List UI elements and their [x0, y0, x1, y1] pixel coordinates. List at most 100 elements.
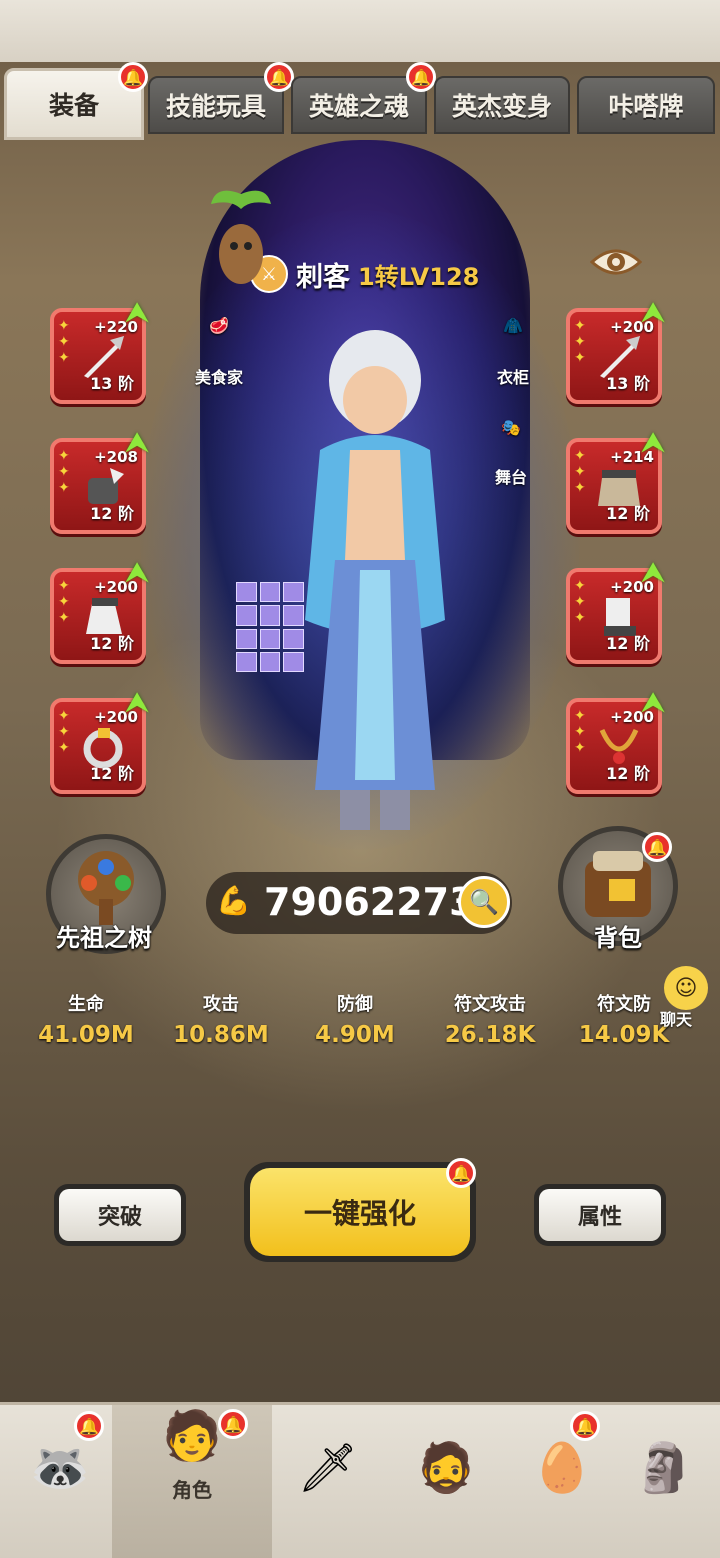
equip-slot-left-2[interactable]: ✦ ✦ ✦ +208 12 阶 ⮝: [50, 428, 148, 534]
stat-label: 生命: [68, 994, 104, 1015]
equip-slot-right-2[interactable]: ✦ ✦ ✦ +214 12 阶 ⮝: [566, 428, 664, 534]
upgrade-arrow-icon: ⮝: [642, 428, 665, 458]
stat-label: 符文攻击: [454, 994, 526, 1015]
combat-power-value: 79062273: [264, 880, 476, 924]
notification-bell-icon: 🔔: [570, 1411, 600, 1441]
breakthrough-button[interactable]: 突破: [54, 1184, 186, 1246]
one-key-enhance-button[interactable]: 一键强化: [244, 1162, 476, 1262]
stage-icon: 🎭: [501, 418, 521, 437]
totem-icon[interactable]: 🗿: [614, 1417, 714, 1517]
star-icon: ✦ ✦ ✦: [58, 708, 70, 756]
notification-bell-icon: 🔔: [218, 1409, 248, 1439]
tab-label: 装备: [48, 91, 99, 120]
chef-pet-icon: [211, 190, 271, 284]
equip-slot-left-3[interactable]: ✦ ✦ ✦ +200 12 阶 ⮝: [50, 558, 148, 664]
rune-grid-icon[interactable]: [236, 582, 304, 672]
upgrade-arrow-icon: ⮝: [642, 298, 665, 328]
notification-bell-icon: 🔔: [118, 62, 148, 92]
combat-power-bar: 💪 79062273 🔍: [206, 872, 512, 934]
notification-bell-icon: 🔔: [264, 62, 294, 92]
stage-npc[interactable]: 🎭 舞台: [478, 418, 544, 488]
stat-value: 10.86M: [173, 1022, 269, 1048]
tab-label: 技能玩具: [165, 92, 266, 121]
slot-tier: 13 阶: [90, 374, 134, 393]
eye-icon[interactable]: [590, 242, 642, 282]
stat-defense: 防御 4.90M: [285, 990, 425, 1048]
stat-rune-attack: 符文攻击 26.18K: [420, 990, 560, 1048]
hero-level: 1转LV128: [358, 262, 480, 291]
star-icon: ✦ ✦ ✦: [574, 318, 586, 366]
chat-button[interactable]: ☺ 聊天: [656, 966, 712, 1036]
stat-value: 41.09M: [38, 1022, 134, 1048]
star-icon: ✦ ✦ ✦: [574, 708, 586, 756]
tab-click-cards[interactable]: 咔嗒牌: [577, 76, 715, 134]
stat-hp: 生命 41.09M: [16, 990, 156, 1048]
tab-label: 咔嗒牌: [608, 92, 684, 121]
chef-npc[interactable]: 🥩 美食家: [186, 316, 252, 388]
tab-hero-soul[interactable]: 英雄之魂: [291, 76, 427, 134]
stat-attack: 攻击 10.86M: [151, 990, 291, 1048]
stage-label: 舞台: [494, 468, 527, 487]
notification-bell-icon: 🔔: [642, 832, 672, 862]
equip-slot-right-1[interactable]: ✦ ✦ ✦ +200 13 阶 ⮝: [566, 298, 664, 404]
hero-class-line: ⚔ 刺客 1转LV128: [250, 255, 480, 293]
breakthrough-label: 突破: [59, 1189, 181, 1241]
backpack-label: 背包: [594, 924, 642, 952]
stat-value: 4.90M: [315, 1022, 395, 1048]
tab-skill-toys[interactable]: 技能玩具: [148, 76, 284, 134]
one-key-enhance-label: 一键强化: [250, 1168, 470, 1256]
hero-class-name: 刺客: [296, 261, 350, 293]
equipment-screen: 装备 🔔 技能玩具 🔔 英雄之魂 🔔 英杰变身 咔嗒牌 ⚔ 刺客 1转LV128…: [0, 0, 720, 1558]
star-icon: ✦ ✦ ✦: [574, 578, 586, 626]
tab-label: 英杰变身: [451, 92, 552, 121]
chef-label: 美食家: [194, 368, 243, 387]
wardrobe-label: 衣柜: [496, 368, 529, 387]
tab-label: 英雄之魂: [308, 92, 409, 121]
slot-tier: 12 阶: [606, 504, 650, 523]
equip-slot-right-3[interactable]: ✦ ✦ ✦ +200 12 阶 ⮝: [566, 558, 664, 664]
chat-label: 聊天: [660, 1010, 693, 1029]
stat-label: 攻击: [203, 994, 239, 1015]
elder-icon[interactable]: 🧔: [396, 1417, 496, 1517]
slot-tier: 12 阶: [90, 634, 134, 653]
upgrade-arrow-icon: ⮝: [126, 428, 149, 458]
equip-slot-left-1[interactable]: ✦ ✦ ✦ +220 13 阶 ⮝: [50, 298, 148, 404]
slot-tier: 12 阶: [606, 764, 650, 783]
hero-character[interactable]: [280, 320, 470, 840]
upgrade-arrow-icon: ⮝: [642, 558, 665, 588]
slot-tier: 12 阶: [90, 764, 134, 783]
star-icon: ✦ ✦ ✦: [58, 448, 70, 496]
equip-slot-left-4[interactable]: ✦ ✦ ✦ +200 12 阶 ⮝: [50, 688, 148, 794]
nav-role-label: 角色: [172, 1478, 212, 1502]
upgrade-arrow-icon: ⮝: [126, 688, 149, 718]
upgrade-arrow-icon: ⮝: [126, 558, 149, 588]
star-icon: ✦ ✦ ✦: [58, 318, 70, 366]
tab-bar: 装备 🔔 技能玩具 🔔 英雄之魂 🔔 英杰变身 咔嗒牌: [0, 62, 720, 142]
stat-label: 防御: [337, 994, 373, 1015]
notification-bell-icon: 🔔: [446, 1158, 476, 1188]
chat-face-icon: ☺: [664, 966, 708, 1010]
attributes-button[interactable]: 属性: [534, 1184, 666, 1246]
header-strip: [0, 0, 720, 62]
upgrade-arrow-icon: ⮝: [126, 298, 149, 328]
food-icon: 🥩: [209, 316, 229, 335]
stats-row: 生命 41.09M 攻击 10.86M 防御 4.90M 符文攻击 26.18K…: [0, 990, 720, 1050]
notification-bell-icon: 🔔: [406, 62, 436, 92]
equip-slot-right-4[interactable]: ✦ ✦ ✦ +200 12 阶 ⮝: [566, 688, 664, 794]
tab-hero-transform[interactable]: 英杰变身: [434, 76, 570, 134]
chef-pet[interactable]: [206, 184, 276, 314]
slot-tier: 12 阶: [606, 634, 650, 653]
slot-tier: 12 阶: [90, 504, 134, 523]
slot-tier: 13 阶: [606, 374, 650, 393]
wardrobe-icon: 🧥: [503, 316, 523, 335]
stat-value: 26.18K: [444, 1022, 536, 1048]
star-icon: ✦ ✦ ✦: [58, 578, 70, 626]
attributes-label: 属性: [539, 1189, 661, 1241]
star-icon: ✦ ✦ ✦: [574, 448, 586, 496]
notification-bell-icon: 🔔: [74, 1411, 104, 1441]
upgrade-arrow-icon: ⮝: [642, 688, 665, 718]
search-icon[interactable]: 🔍: [458, 876, 510, 928]
sword-icon[interactable]: 🗡: [278, 1417, 378, 1517]
ancestor-tree-label: 先祖之树: [56, 924, 152, 952]
wardrobe-npc[interactable]: 🧥 衣柜: [480, 316, 546, 388]
